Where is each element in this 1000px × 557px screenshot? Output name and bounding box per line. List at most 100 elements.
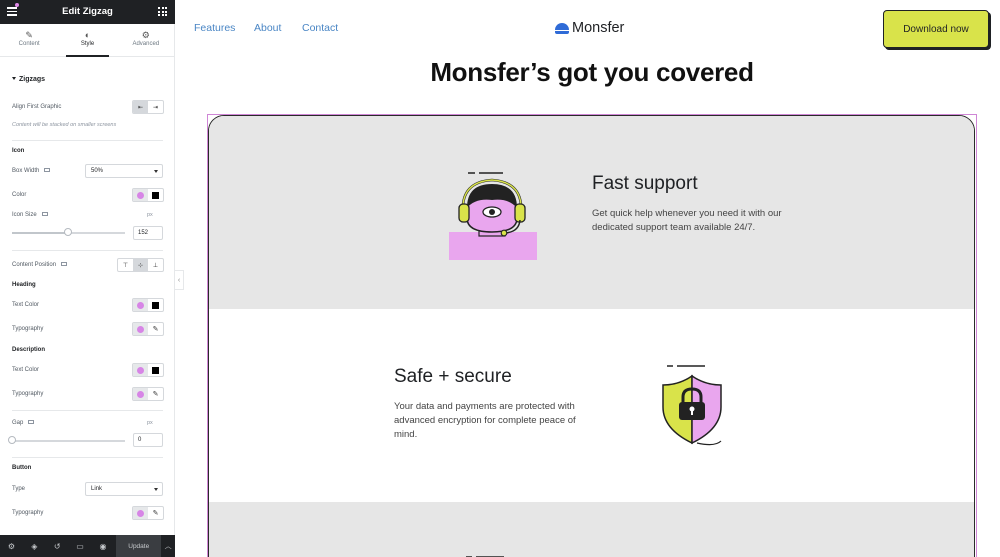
position-middle-button[interactable]: ⊹ (133, 259, 148, 271)
global-color-button[interactable] (133, 189, 148, 201)
icon-size-unit-select[interactable]: px (147, 212, 153, 218)
color-swatch (152, 301, 159, 309)
content-position-label: Content Position (12, 262, 57, 268)
tab-content-label: Content (18, 41, 40, 47)
description-text-color-control (132, 363, 164, 377)
globe-icon (137, 509, 144, 517)
settings-gear-icon[interactable]: ⚙ (0, 535, 23, 557)
download-now-button[interactable]: Download now (883, 10, 989, 48)
gap-slider-track[interactable] (12, 440, 125, 442)
box-width-label-wrap: Box Width (12, 168, 51, 174)
gap-label-wrap: Gap (12, 420, 35, 426)
divider (12, 410, 163, 411)
gap-label: Gap (12, 420, 24, 426)
gap-unit-select[interactable]: px (147, 420, 153, 426)
globe-icon (137, 191, 144, 199)
gap-slider-handle[interactable] (8, 436, 16, 444)
site-logo[interactable]: Monsfer (555, 20, 624, 36)
chevron-up-icon[interactable]: ︿ (161, 535, 175, 557)
editor-window: Edit Zigzag ✎ Content ◐ Style ⚙ Advanced… (0, 0, 1000, 557)
box-width-select[interactable]: 50% (85, 164, 163, 178)
panel-footer: ⚙ ◈ ↺ ▭ ◉ Update ︿ (0, 535, 175, 557)
icon-size-slider-handle[interactable] (64, 228, 72, 236)
button-typography-control: ✎ (132, 506, 164, 520)
global-color-button[interactable] (133, 364, 148, 376)
align-first-graphic-control: ⇤ ⇥ (132, 100, 164, 114)
global-typography-button[interactable] (133, 323, 148, 335)
description-typography-control: ✎ (132, 387, 164, 401)
button-type-label: Type (12, 486, 26, 492)
shield-lock-illustration (662, 365, 722, 446)
tab-style[interactable]: ◐ Style (58, 24, 116, 57)
nav-link-contact[interactable]: Contact (302, 22, 338, 34)
icon-color-label: Color (12, 192, 27, 198)
button-subheading: Button (12, 465, 32, 471)
color-swatch (152, 366, 159, 374)
globe-icon (137, 366, 144, 374)
caret-down-icon (12, 77, 16, 80)
desktop-icon[interactable] (61, 262, 68, 266)
collapse-panel-button[interactable]: ‹ (175, 270, 184, 290)
panel-header: Edit Zigzag (0, 0, 175, 24)
responsive-mode-icon[interactable]: ▭ (69, 535, 92, 557)
divider (12, 250, 163, 251)
globe-icon (137, 301, 144, 309)
globe-icon (137, 325, 144, 333)
divider (12, 457, 163, 458)
align-first-graphic-label: Align First Graphic (12, 104, 62, 110)
align-end-button[interactable]: ⇥ (148, 101, 163, 113)
zigzag-row: Safe + secure Your data and payments are… (209, 309, 974, 502)
support-agent-illustration (449, 172, 537, 260)
description-subheading: Description (12, 347, 46, 353)
history-icon[interactable]: ↺ (46, 535, 69, 557)
tab-style-label: Style (80, 41, 95, 47)
zigzag-widget[interactable]: Fast support Get quick help whenever you… (208, 115, 975, 557)
zigzag-row (209, 502, 974, 557)
section-title: Zigzags (19, 76, 46, 83)
row-description: Your data and payments are protected wit… (394, 401, 576, 440)
row-description: Get quick help whenever you need it with… (592, 208, 782, 233)
heading-text-color-label: Text Color (12, 302, 40, 308)
gear-icon: ⚙ (141, 30, 150, 40)
widgets-grid-icon[interactable] (158, 7, 167, 16)
icon-size-label-wrap: Icon Size (12, 212, 48, 218)
position-top-button[interactable]: ⊤ (118, 259, 133, 271)
pencil-icon: ✎ (152, 391, 159, 398)
panel-tabs: ✎ Content ◐ Style ⚙ Advanced (0, 24, 175, 57)
zigzag-row: Fast support Get quick help whenever you… (209, 116, 974, 309)
description-text-color-label: Text Color (12, 367, 40, 373)
edit-typography-button[interactable]: ✎ (148, 323, 163, 335)
button-type-select[interactable]: Link (85, 482, 163, 496)
stack-note: Content will be stacked on smaller scree… (12, 122, 117, 128)
gap-input[interactable]: 0 (133, 433, 163, 447)
tab-advanced[interactable]: ⚙ Advanced (117, 24, 175, 56)
color-swatch-button[interactable] (148, 299, 163, 311)
position-bottom-button[interactable]: ⊥ (148, 259, 163, 271)
edit-typography-button[interactable]: ✎ (148, 388, 163, 400)
desktop-icon[interactable] (41, 212, 48, 216)
desktop-icon[interactable] (44, 168, 51, 172)
nav-link-about[interactable]: About (254, 22, 281, 34)
editor-panel: Edit Zigzag ✎ Content ◐ Style ⚙ Advanced… (0, 0, 175, 557)
edit-typography-button[interactable]: ✎ (148, 507, 163, 519)
color-swatch-button[interactable] (148, 364, 163, 376)
global-color-button[interactable] (133, 299, 148, 311)
desktop-icon[interactable] (28, 420, 35, 424)
layers-icon[interactable]: ◈ (23, 535, 46, 557)
update-button[interactable]: Update (116, 535, 162, 557)
pencil-icon: ✎ (152, 510, 159, 517)
align-start-button[interactable]: ⇤ (133, 101, 148, 113)
section-toggle-zigzags[interactable]: Zigzags (12, 76, 45, 83)
content-position-control: ⊤ ⊹ ⊥ (117, 258, 164, 272)
button-typography-label: Typography (12, 510, 44, 516)
preview-eye-icon[interactable]: ◉ (92, 535, 115, 557)
half-circle-icon: ◐ (84, 30, 91, 40)
tab-content[interactable]: ✎ Content (0, 24, 58, 56)
color-swatch-button[interactable] (148, 189, 163, 201)
icon-size-input[interactable]: 152 (133, 226, 163, 240)
nav-link-features[interactable]: Features (194, 22, 235, 34)
global-typography-button[interactable] (133, 507, 148, 519)
row-title: Safe + secure (394, 366, 512, 387)
global-typography-button[interactable] (133, 388, 148, 400)
heading-typography-control: ✎ (132, 322, 164, 336)
